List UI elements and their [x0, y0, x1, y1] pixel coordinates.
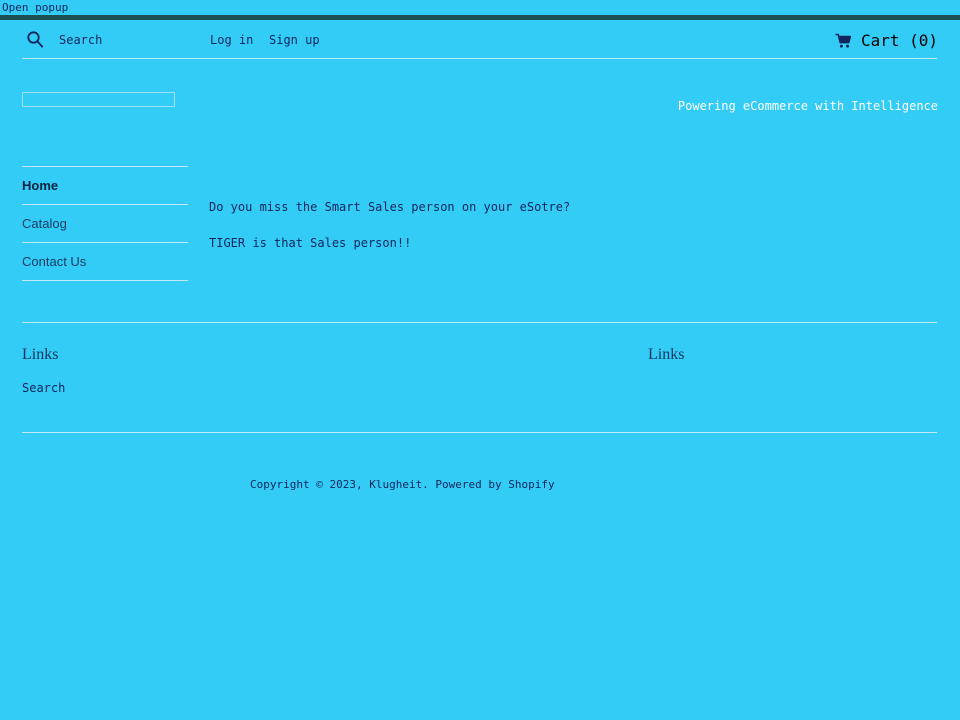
main-headline: Do you miss the Smart Sales person on yo… — [209, 200, 571, 214]
browser-popup-bar: Open popup — [0, 0, 960, 15]
header-signup-link[interactable]: Sign up — [269, 33, 320, 47]
nav-item-catalog[interactable]: Catalog — [22, 205, 188, 242]
footer-top-divider — [22, 322, 937, 323]
nav-divider — [22, 280, 188, 281]
open-popup-label[interactable]: Open popup — [2, 1, 68, 14]
copyright-text: Copyright © 2023, Klugheit. Powered by S… — [250, 478, 555, 491]
nav-item-label: Catalog — [22, 216, 67, 231]
main-subline: TIGER is that Sales person!! — [209, 236, 412, 250]
header-search-label[interactable]: Search — [59, 33, 102, 47]
nav-item-contact-us[interactable]: Contact Us — [22, 243, 188, 280]
cart-button[interactable]: Cart (0) — [835, 31, 938, 50]
main-navigation: Home Catalog Contact Us — [22, 166, 188, 281]
footer-column-right: Links — [648, 345, 684, 365]
main-content: Do you miss the Smart Sales person on yo… — [209, 200, 809, 272]
search-icon[interactable] — [25, 29, 45, 49]
footer-column-left: Links Search — [22, 345, 65, 395]
footer-link-search[interactable]: Search — [22, 381, 65, 395]
cart-label: Cart (0) — [860, 31, 938, 50]
site-header: Search Log in Sign up Cart (0) — [0, 20, 960, 60]
site-tagline: Powering eCommerce with Intelligence — [677, 99, 938, 113]
nav-item-label: Contact Us — [22, 254, 87, 269]
header-login-link[interactable]: Log in — [210, 33, 253, 47]
header-divider — [22, 58, 937, 59]
footer-bottom-divider — [22, 432, 937, 433]
nav-item-label: Home — [22, 178, 59, 193]
nav-item-home[interactable]: Home — [22, 167, 188, 204]
search-input[interactable] — [22, 92, 175, 107]
page-root: Search Log in Sign up Cart (0) Powering … — [0, 20, 960, 720]
footer-heading-right: Links — [648, 346, 685, 363]
shopping-cart-icon — [835, 33, 852, 49]
footer-heading-left: Links — [22, 346, 59, 363]
